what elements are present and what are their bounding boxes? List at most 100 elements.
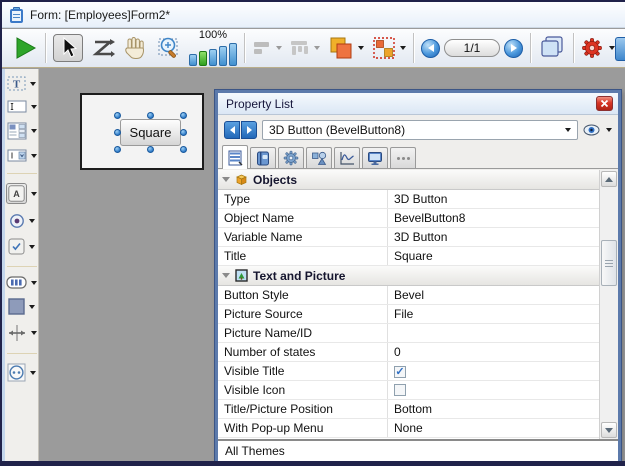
duplicate-dropdown-arrow[interactable] — [400, 46, 406, 50]
property-list-titlebar[interactable]: Property List — [218, 93, 618, 115]
zoom-level-label: 100% — [199, 30, 227, 41]
sidebar-tool-button-grid[interactable] — [6, 276, 37, 289]
next-page-button[interactable] — [504, 39, 523, 58]
duplicate-many-button[interactable] — [372, 36, 396, 60]
property-value[interactable]: BevelButton8 — [388, 209, 599, 227]
previous-object-button[interactable] — [224, 121, 240, 139]
property-list-window: Property List 3D Button (BevelButton8) — [215, 90, 621, 464]
radio-tool-icon — [9, 213, 25, 229]
window-title: Form: [Employees]Form2* — [30, 8, 170, 22]
property-row-button-style[interactable]: Button Style Bevel — [218, 286, 599, 305]
sidebar-tool-input[interactable] — [7, 100, 37, 113]
form-settings-button[interactable] — [581, 37, 603, 59]
property-scrollbar[interactable] — [599, 170, 618, 439]
scroll-down-icon — [605, 428, 613, 433]
property-value[interactable]: 3D Button — [388, 228, 599, 246]
property-value[interactable]: Bottom — [388, 400, 599, 418]
check-box-tool-dropdown[interactable] — [29, 245, 35, 249]
button-grid-tool-dropdown[interactable] — [31, 281, 37, 285]
plug-in-tool-dropdown[interactable] — [30, 371, 36, 375]
property-value[interactable] — [388, 324, 599, 342]
property-list-title: Property List — [226, 97, 596, 111]
section-header-text-and-picture[interactable]: Text and Picture — [218, 266, 599, 286]
sidebar-tool-rectangle[interactable] — [8, 298, 35, 315]
tab-dictionary[interactable] — [250, 147, 276, 168]
scroll-down-button[interactable] — [601, 422, 617, 438]
sidebar-tool-check-box[interactable] — [8, 238, 35, 255]
close-button[interactable] — [596, 96, 613, 111]
property-value[interactable]: File — [388, 305, 599, 323]
tab-objects[interactable] — [306, 147, 332, 168]
entry-order-tool-button[interactable] — [91, 37, 115, 59]
execute-form-button[interactable] — [12, 35, 38, 61]
property-value[interactable]: None — [388, 419, 599, 437]
property-row-number-of-states[interactable]: Number of states 0 — [218, 343, 599, 362]
theme-filter-bar[interactable]: All Themes — [218, 439, 618, 461]
property-value[interactable]: 0 — [388, 343, 599, 361]
level-dropdown-arrow[interactable] — [358, 46, 364, 50]
next-object-button[interactable] — [241, 121, 257, 139]
objects-cube-icon — [235, 173, 248, 186]
tab-properties[interactable] — [222, 145, 248, 169]
text-tool-dropdown[interactable] — [30, 82, 36, 86]
level-objects-button[interactable] — [328, 36, 354, 60]
move-tool-button[interactable] — [123, 36, 147, 60]
property-row-type[interactable]: Type 3D Button — [218, 190, 599, 209]
property-row-title-picture-position[interactable]: Title/Picture Position Bottom — [218, 400, 599, 419]
square-bevel-button[interactable]: Square — [120, 119, 181, 146]
property-row-title[interactable]: Title Square — [218, 247, 599, 266]
property-row-object-name[interactable]: Object Name BevelButton8 — [218, 209, 599, 228]
zoom-tool-button[interactable] — [155, 35, 181, 61]
property-value[interactable]: Bevel — [388, 286, 599, 304]
section-header-objects[interactable]: Objects — [218, 170, 599, 190]
object-selector-dropdown[interactable]: 3D Button (BevelButton8) — [262, 120, 578, 140]
select-tool-button[interactable] — [53, 34, 83, 62]
property-value[interactable]: Square — [388, 247, 599, 265]
property-row-variable-name[interactable]: Variable Name 3D Button — [218, 228, 599, 247]
sidebar-tool-splitter[interactable] — [7, 324, 37, 342]
page-indicator: 1/1 — [444, 39, 500, 57]
scrollbar-thumb[interactable] — [601, 240, 617, 286]
clipped-toolbar-icon — [615, 37, 625, 61]
tab-display[interactable] — [362, 147, 388, 168]
toolbar-separator — [530, 33, 531, 63]
window-titlebar[interactable]: Form: [Employees]Form2* — [2, 2, 625, 28]
combo-box-tool-dropdown[interactable] — [31, 154, 37, 158]
property-row-picture-name[interactable]: Picture Name/ID — [218, 324, 599, 343]
tab-events[interactable] — [334, 147, 360, 168]
sidebar-tool-combo-box[interactable] — [7, 149, 37, 162]
sidebar-tool-text[interactable]: T — [7, 76, 36, 91]
property-row-picture-source[interactable]: Picture Source File — [218, 305, 599, 324]
form-editor-window: Form: [Employees]Form2* — [0, 0, 625, 466]
visible-title-checkbox[interactable] — [394, 366, 406, 378]
property-row-visible-title[interactable]: Visible Title — [218, 362, 599, 381]
property-row-visible-icon[interactable]: Visible Icon — [218, 381, 599, 400]
splitter-tool-dropdown[interactable] — [31, 331, 37, 335]
sidebar-tool-plug-in[interactable] — [7, 363, 36, 382]
combo-box-tool-icon — [7, 149, 27, 162]
view-options-button[interactable] — [583, 124, 612, 136]
visible-icon-checkbox[interactable] — [394, 384, 406, 396]
view-options-arrow — [606, 128, 612, 132]
scroll-up-button[interactable] — [601, 171, 617, 187]
list-box-tool-dropdown[interactable] — [31, 129, 37, 133]
chevron-left-icon — [230, 126, 235, 134]
entry-order-icon — [91, 37, 115, 59]
button-tool-dropdown[interactable] — [31, 192, 37, 196]
form-list-button[interactable] — [538, 35, 566, 61]
text-tool-icon: T — [7, 76, 26, 91]
rectangle-tool-dropdown[interactable] — [29, 305, 35, 309]
input-tool-dropdown[interactable] — [31, 105, 37, 109]
previous-page-button[interactable] — [421, 39, 440, 58]
tab-settings[interactable] — [278, 147, 304, 168]
tab-more[interactable] — [390, 147, 416, 168]
property-value[interactable]: 3D Button — [388, 190, 599, 208]
property-row-with-popup-menu[interactable]: With Pop-up Menu None — [218, 419, 599, 438]
toolbar-separator — [45, 33, 46, 63]
sidebar-tool-list-box[interactable] — [7, 122, 37, 140]
sidebar-tool-radio-button[interactable] — [9, 213, 35, 229]
zoom-level-control[interactable]: 100% — [189, 30, 237, 66]
sidebar-tool-button[interactable]: A — [6, 183, 37, 204]
radio-tool-dropdown[interactable] — [29, 219, 35, 223]
zoom-bars-icon[interactable] — [189, 42, 237, 66]
